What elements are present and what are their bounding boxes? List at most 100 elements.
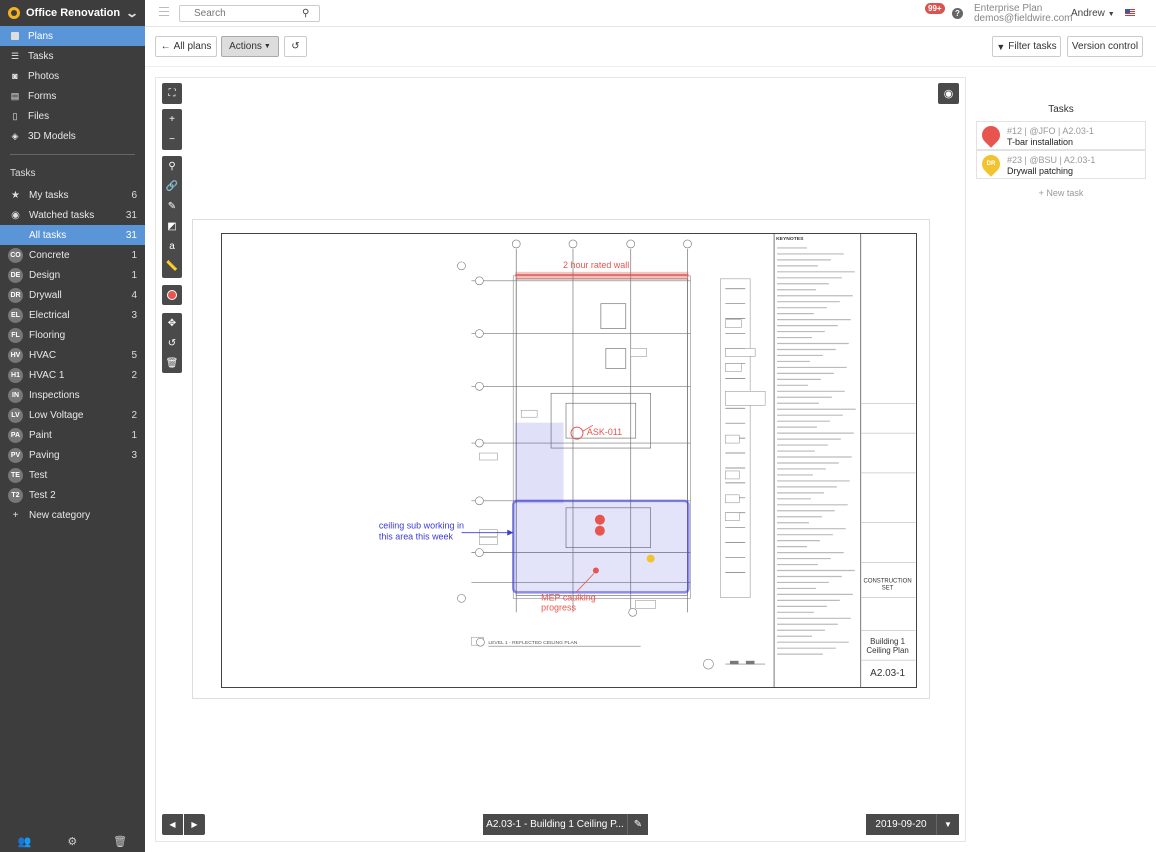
pencil-icon[interactable]: ✎ [162, 196, 182, 216]
category-badge: CO [8, 247, 23, 263]
new-category-button[interactable]: + New category [0, 505, 145, 525]
category-item[interactable]: H1 HVAC 1 2 [0, 365, 145, 385]
plan-toolbar: ← All plans Actions ▼ ↺ ▼ Filter tasks V… [145, 27, 1156, 67]
nav-3d-models[interactable]: ◈ 3D Models [0, 126, 145, 146]
shapes-icon[interactable]: ◩ [162, 216, 182, 236]
filter-all-tasks[interactable]: All tasks 31 [0, 225, 145, 245]
ruler-icon[interactable]: 📏 [162, 256, 182, 276]
version-date-selector[interactable]: 2019-09-20 [866, 814, 936, 835]
chevron-left-icon: ◀ [169, 820, 176, 829]
trash-icon[interactable]: 🗑 [162, 353, 182, 373]
ask-annotation[interactable]: ASK-011 [587, 427, 622, 437]
user-menu[interactable]: Andrew ▼ [1071, 8, 1115, 19]
us-flag-icon[interactable] [1125, 9, 1135, 17]
sheet-title-line1: Building 1 [870, 637, 906, 646]
category-label: Design [29, 269, 61, 281]
project-switcher[interactable]: Office Renovation ⌄ [0, 0, 145, 26]
next-sheet-button[interactable]: ▶ [184, 814, 205, 835]
mep-annotation-line2[interactable]: progress [541, 602, 576, 612]
category-count: 1 [131, 249, 137, 261]
category-item[interactable]: CO Concrete 1 [0, 245, 145, 265]
task-card[interactable]: DR #23 | @BSU | A2.03-1 Drywall patching [976, 150, 1146, 179]
previous-sheet-button[interactable]: ◀ [162, 814, 183, 835]
notification-badge[interactable]: 99+ [925, 3, 945, 14]
hamburger-icon[interactable] [159, 7, 169, 17]
color-picker-icon[interactable] [162, 285, 182, 305]
actions-button[interactable]: Actions ▼ [221, 36, 279, 57]
history-button[interactable]: ↺ [284, 36, 307, 57]
help-icon[interactable]: ? [952, 8, 963, 19]
category-item[interactable]: DR Drywall 4 [0, 285, 145, 305]
camera-icon: ◙ [12, 71, 18, 81]
zoom-out-icon[interactable]: − [162, 129, 182, 149]
filter-tasks-label: Filter tasks [1008, 41, 1057, 52]
category-item[interactable]: LV Low Voltage 2 [0, 405, 145, 425]
link-icon[interactable]: 🔗 [162, 176, 182, 196]
category-item[interactable]: TE Test [0, 465, 145, 485]
category-item[interactable]: FL Flooring [0, 325, 145, 345]
category-item[interactable]: DE Design 1 [0, 265, 145, 285]
category-badge: TE [8, 467, 23, 483]
arrow-left-icon: ← [160, 41, 171, 52]
filter-icon: ▼ [996, 41, 1006, 52]
plan-drawing[interactable]: 2 hour rated wall ASK-011 ceiling sub wo… [221, 233, 917, 688]
mep-annotation-line1[interactable]: MEP caulking [541, 592, 596, 602]
nav-label: Photos [28, 70, 60, 82]
plan-title: LEVEL 1 - REFLECTED CEILING PLAN [488, 640, 577, 646]
edit-tools: ✥ ↺ 🗑 [162, 313, 182, 373]
visibility-toggle-icon[interactable]: ◉ [938, 83, 959, 104]
filter-watched-tasks[interactable]: ◉ Watched tasks 31 [0, 205, 145, 225]
people-icon[interactable]: 👥 [18, 835, 32, 848]
zoom-in-icon[interactable]: + [162, 109, 182, 129]
nav-label: Files [28, 110, 50, 122]
color-tool [162, 285, 182, 305]
chevron-down-icon[interactable]: ⌄ [125, 6, 139, 20]
search-input[interactable] [179, 5, 320, 22]
filter-my-tasks[interactable]: ★ My tasks 6 [0, 185, 145, 205]
trash-icon[interactable]: 🗑 [113, 835, 127, 848]
undo-icon[interactable]: ↺ [162, 333, 182, 353]
nav-files[interactable]: ▯ Files [0, 106, 145, 126]
forms-icon: ▤ [10, 90, 20, 101]
category-item[interactable]: T2 Test 2 [0, 485, 145, 505]
sheet-selector[interactable]: A2.03-1 - Building 1 Ceiling P... [483, 814, 627, 835]
fullscreen-icon[interactable]: ⛶ [162, 83, 182, 103]
nav-forms[interactable]: ▤ Forms [0, 86, 145, 106]
category-label: HVAC [29, 349, 57, 361]
user-name: Andrew [1071, 8, 1105, 19]
edit-sheet-button[interactable]: ✎ [627, 814, 648, 835]
cube-icon: ◈ [11, 130, 19, 141]
category-badge: FL [8, 327, 23, 343]
project-name: Office Renovation [26, 7, 121, 19]
category-item[interactable]: HV HVAC 5 [0, 345, 145, 365]
category-item[interactable]: PA Paint 1 [0, 425, 145, 445]
category-item[interactable]: PV Paving 3 [0, 445, 145, 465]
all-plans-button[interactable]: ← All plans [155, 36, 217, 57]
category-badge: EL [8, 307, 23, 323]
ceiling-annotation-line2[interactable]: this area this week [379, 532, 454, 542]
filter-tasks-button[interactable]: ▼ Filter tasks [992, 36, 1061, 57]
move-icon[interactable]: ✥ [162, 313, 182, 333]
new-category-label: New category [29, 509, 91, 521]
wall-annotation[interactable]: 2 hour rated wall [563, 260, 629, 270]
ceiling-annotation-line1[interactable]: ceiling sub working in [379, 521, 464, 531]
text-icon[interactable]: a [162, 236, 182, 256]
category-item[interactable]: EL Electrical 3 [0, 305, 145, 325]
nav-photos[interactable]: ◙ Photos [0, 66, 145, 86]
category-item[interactable]: IN Inspections [0, 385, 145, 405]
nav-tasks[interactable]: ☰ Tasks [0, 46, 145, 66]
pin-icon[interactable]: ⚲ [162, 156, 182, 176]
task-card[interactable]: #12 | @JFO | A2.03-1 T-bar installation [976, 121, 1146, 150]
nav-plans[interactable]: Plans [0, 26, 145, 46]
gear-icon[interactable]: ⚙ [67, 835, 77, 848]
eye-icon: ◉ [11, 209, 20, 221]
task-pin-23[interactable] [646, 554, 655, 563]
version-control-button[interactable]: Version control [1067, 36, 1143, 57]
keynote-lines [777, 247, 856, 655]
filter-label: All tasks [29, 229, 67, 241]
filter-label: Watched tasks [29, 209, 95, 221]
new-task-button[interactable]: + New task [976, 188, 1146, 198]
version-dropdown-button[interactable]: ▼ [936, 814, 959, 835]
category-count: 3 [131, 309, 137, 321]
search-icon[interactable]: ⚲ [302, 8, 309, 19]
